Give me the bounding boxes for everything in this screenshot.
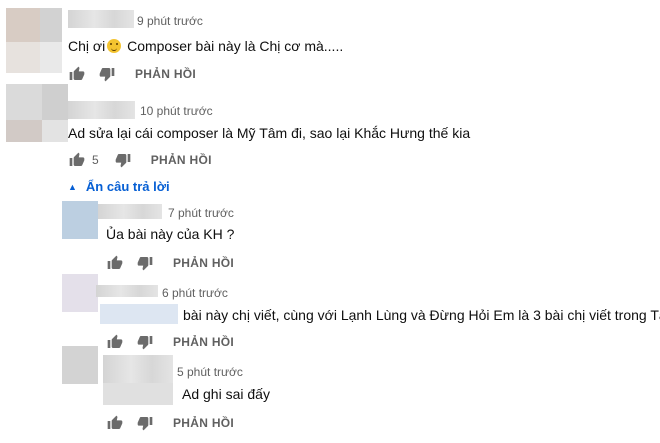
reply-actions: PHẢN HỒI <box>107 332 234 352</box>
reply-timestamp[interactable]: 5 phút trước <box>177 365 243 379</box>
like-icon[interactable] <box>69 66 85 82</box>
comment-timestamp[interactable]: 10 phút trước <box>140 104 213 118</box>
reply-timestamp[interactable]: 6 phút trước <box>162 286 228 300</box>
avatar[interactable] <box>62 201 98 239</box>
avatar[interactable] <box>0 84 68 142</box>
comment-text: Ad sửa lại cái composer là Mỹ Tâm đi, sa… <box>68 125 471 141</box>
comment-actions: 5 PHẢN HỒI <box>69 150 212 170</box>
author-name-blurred[interactable] <box>98 204 162 219</box>
avatar[interactable] <box>62 346 98 384</box>
comment-timestamp[interactable]: 9 phút trước <box>137 14 203 28</box>
triangle-up-icon: ▲ <box>68 181 77 192</box>
mention-blurred[interactable] <box>103 383 173 405</box>
dislike-icon[interactable] <box>99 66 115 82</box>
author-name-blurred[interactable] <box>68 101 135 119</box>
comment-text-part: Chị ơi <box>68 38 106 54</box>
reply-actions: PHẢN HỒI <box>107 413 234 433</box>
comment-text-part: Composer bài này là Chị cơ mà..... <box>123 38 344 54</box>
reply-button[interactable]: PHẢN HỒI <box>173 416 234 430</box>
like-icon[interactable] <box>107 255 123 271</box>
hide-replies-button[interactable]: ▲ Ẩn câu trả lời <box>68 179 170 194</box>
reply-timestamp[interactable]: 7 phút trước <box>168 206 234 220</box>
comment-actions: PHẢN HỒI <box>69 64 196 84</box>
dislike-icon[interactable] <box>137 334 153 350</box>
avatar[interactable] <box>0 8 62 73</box>
reply-button[interactable]: PHẢN HỒI <box>151 153 212 167</box>
like-icon[interactable] <box>107 334 123 350</box>
reply-button[interactable]: PHẢN HỒI <box>173 256 234 270</box>
reply-text: bài này chị viết, cùng với Lạnh Lùng và … <box>183 307 660 323</box>
like-count: 5 <box>92 153 99 167</box>
comment-text: Chị ơi Composer bài này là Chị cơ mà....… <box>68 38 343 54</box>
reply-text: Ủa bài này của KH ? <box>106 226 235 242</box>
dislike-icon[interactable] <box>137 255 153 271</box>
author-name-blurred[interactable] <box>68 10 134 28</box>
reply-button[interactable]: PHẢN HỒI <box>173 335 234 349</box>
dislike-icon[interactable] <box>115 152 131 168</box>
reply-actions: PHẢN HỒI <box>107 253 234 273</box>
avatar[interactable] <box>62 274 98 312</box>
dislike-icon[interactable] <box>137 415 153 431</box>
reply-button[interactable]: PHẢN HỒI <box>135 67 196 81</box>
mention-blurred[interactable] <box>100 304 178 324</box>
author-name-blurred[interactable] <box>103 355 173 383</box>
like-icon[interactable] <box>69 152 85 168</box>
hide-replies-label: Ẩn câu trả lời <box>85 179 170 194</box>
author-name-blurred[interactable] <box>96 285 158 297</box>
reply-text: Ad ghi sai đấy <box>182 386 270 402</box>
grimacing-face-icon <box>107 39 122 53</box>
like-icon[interactable] <box>107 415 123 431</box>
